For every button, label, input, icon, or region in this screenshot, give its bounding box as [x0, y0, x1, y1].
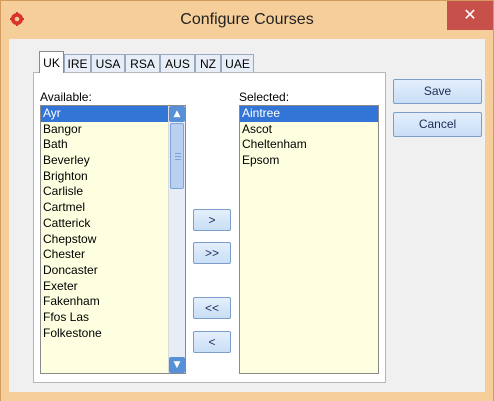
window-border-left	[1, 39, 9, 392]
window-border-right	[485, 39, 493, 392]
tab-panel-uk: Available: Ayr Bangor Bath Beverley Brighton…	[33, 72, 386, 383]
window-border-bottom	[1, 392, 493, 401]
scroll-thumb[interactable]	[170, 123, 184, 189]
tab-label: NZ	[200, 57, 216, 71]
tab-rsa[interactable]: RSA	[125, 54, 160, 72]
tab-ire[interactable]: IRE	[64, 54, 91, 72]
list-item[interactable]: Ayr	[41, 106, 185, 122]
list-item[interactable]: Beverley	[41, 153, 185, 169]
list-item[interactable]: Exeter	[41, 279, 185, 295]
configure-courses-window: Configure Courses ✕ UK IRE USA RSA AUS N…	[0, 0, 494, 401]
remove-course-button[interactable]: <	[193, 331, 231, 353]
list-item[interactable]: Ascot	[240, 122, 378, 138]
list-item[interactable]: Chepstow	[41, 232, 185, 248]
save-button[interactable]: Save	[393, 79, 482, 104]
available-courses-list[interactable]: Ayr Bangor Bath Beverley Brighton Carlisle Car…	[40, 105, 186, 374]
close-button[interactable]: ✕	[447, 1, 493, 30]
list-item[interactable]: Bath	[41, 137, 185, 153]
close-icon: ✕	[463, 5, 477, 24]
add-course-button[interactable]: >	[193, 209, 231, 231]
tab-usa[interactable]: USA	[91, 54, 125, 72]
tab-nz[interactable]: NZ	[195, 54, 221, 72]
tab-label: AUS	[165, 57, 190, 71]
list-item[interactable]: Fakenham	[41, 294, 185, 310]
list-item[interactable]: Doncaster	[41, 263, 185, 279]
list-item[interactable]: Bangor	[41, 122, 185, 138]
scroll-down-icon[interactable]: ▼	[169, 357, 185, 373]
list-item[interactable]: Catterick	[41, 216, 185, 232]
tab-label: UK	[43, 56, 60, 70]
list-item[interactable]: Aintree	[240, 106, 378, 122]
tab-uae[interactable]: UAE	[221, 54, 254, 72]
list-item[interactable]: Epsom	[240, 153, 378, 169]
tab-label: IRE	[67, 57, 88, 71]
list-item[interactable]: Cheltenham	[240, 137, 378, 153]
list-item[interactable]: Folkestone	[41, 326, 185, 342]
tab-label: UAE	[225, 57, 250, 71]
list-item[interactable]: Ffos Las	[41, 310, 185, 326]
window-title: Configure Courses	[180, 11, 314, 28]
selected-label: Selected:	[239, 90, 290, 104]
list-item[interactable]: Brighton	[41, 169, 185, 185]
tab-label: RSA	[130, 57, 155, 71]
list-item[interactable]: Cartmel	[41, 200, 185, 216]
available-scrollbar[interactable]: ▲ ▼	[168, 106, 185, 373]
title-bar[interactable]: Configure Courses ✕	[1, 1, 493, 39]
selected-courses-list[interactable]: Aintree Ascot Cheltenham Epsom	[239, 105, 379, 374]
tab-aus[interactable]: AUS	[160, 54, 195, 72]
dialog-client-area: UK IRE USA RSA AUS NZ UAE Available: Ayr…	[9, 39, 485, 392]
available-label: Available:	[40, 90, 92, 104]
add-all-courses-button[interactable]: >>	[193, 242, 231, 264]
scroll-up-icon[interactable]: ▲	[169, 106, 185, 122]
tab-uk[interactable]: UK	[39, 51, 64, 73]
remove-all-courses-button[interactable]: <<	[193, 297, 231, 319]
list-item[interactable]: Carlisle	[41, 184, 185, 200]
cancel-button[interactable]: Cancel	[393, 112, 482, 137]
tab-label: USA	[95, 57, 121, 71]
list-item[interactable]: Chester	[41, 247, 185, 263]
